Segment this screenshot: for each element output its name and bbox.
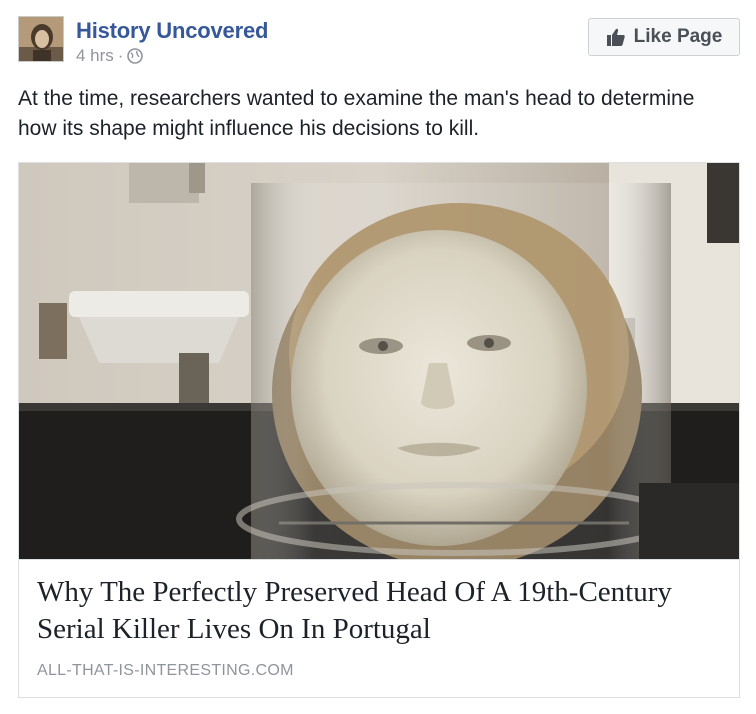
- post-message: At the time, researchers wanted to exami…: [18, 87, 695, 140]
- like-page-button[interactable]: Like Page: [588, 18, 740, 56]
- post-meta: 4 hrs ·: [76, 46, 144, 66]
- page-name-link[interactable]: History Uncovered: [76, 18, 268, 44]
- link-preview-image[interactable]: [19, 163, 739, 559]
- facebook-post: History Uncovered 4 hrs · Like Page At t…: [0, 0, 756, 714]
- page-avatar[interactable]: [18, 16, 64, 62]
- link-title[interactable]: Why The Perfectly Preserved Head Of A 19…: [37, 574, 727, 648]
- thumbs-up-icon: [606, 27, 626, 47]
- like-page-label: Like Page: [633, 26, 723, 47]
- globe-icon[interactable]: [127, 48, 144, 64]
- post-timestamp[interactable]: 4 hrs: [76, 46, 114, 66]
- link-domain: ALL-THAT-IS-INTERESTING.COM: [37, 662, 294, 679]
- link-info[interactable]: Why The Perfectly Preserved Head Of A 19…: [19, 559, 739, 697]
- meta-separator: ·: [117, 46, 124, 65]
- link-preview-card[interactable]: Why The Perfectly Preserved Head Of A 19…: [18, 162, 740, 698]
